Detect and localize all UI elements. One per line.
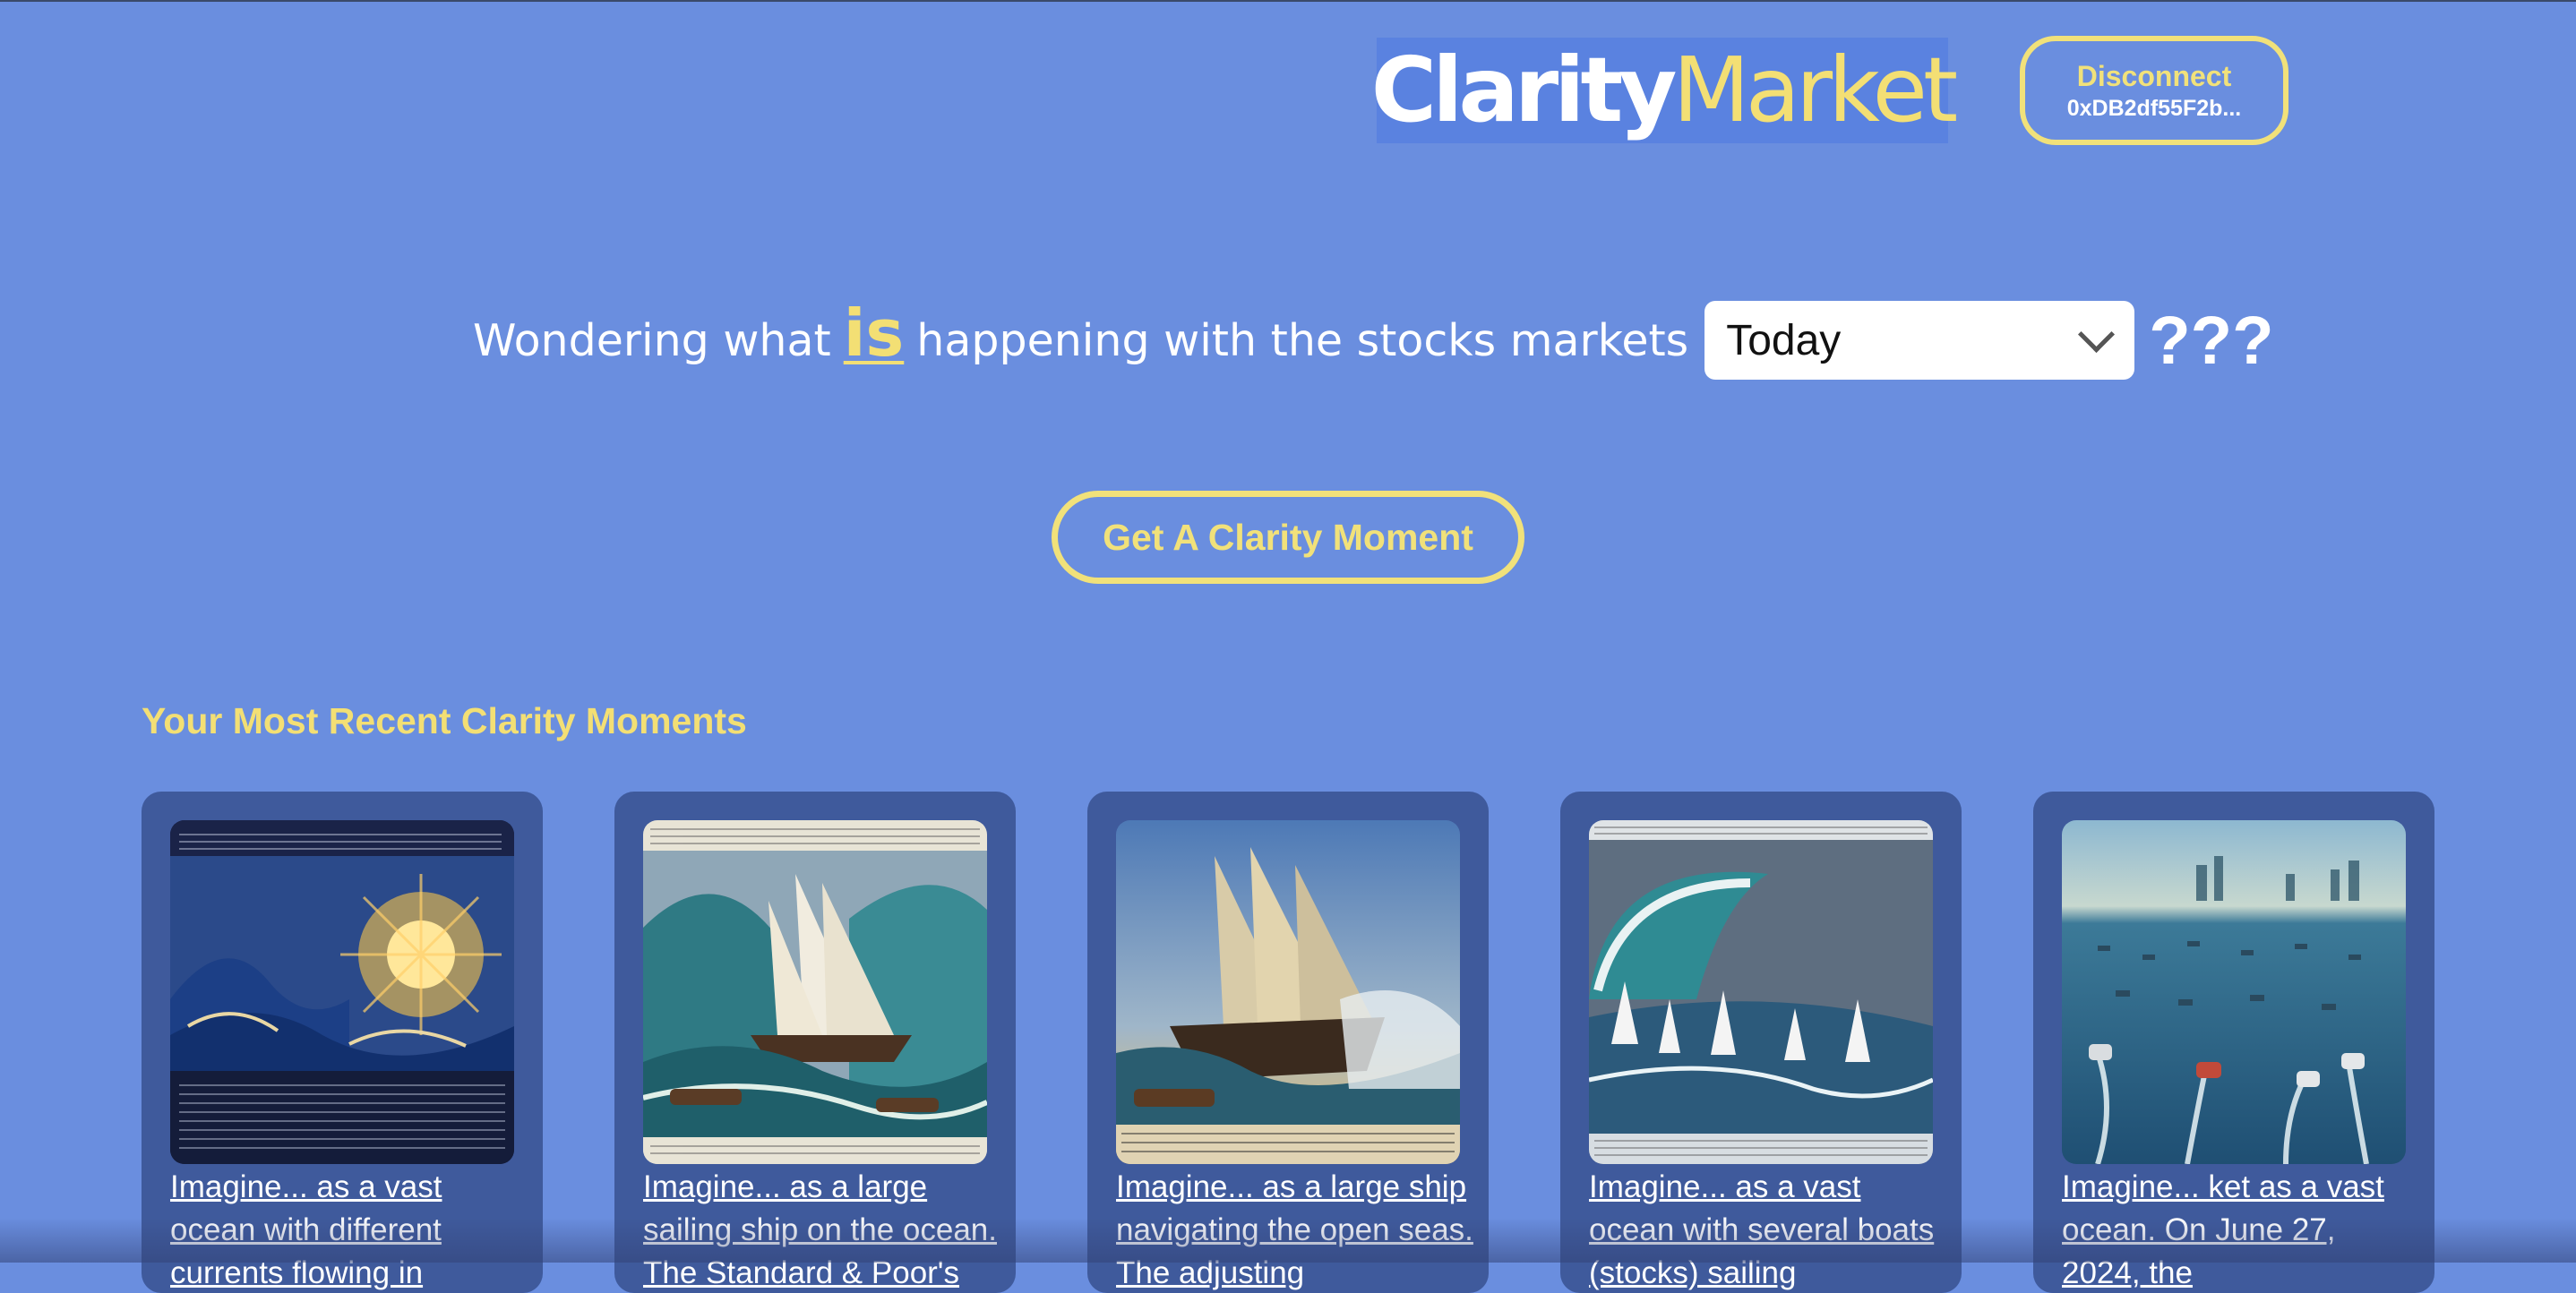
moment-image[interactable] — [170, 820, 514, 1164]
chevron-down-icon — [2078, 315, 2116, 353]
question-text-start: Wondering what — [473, 314, 831, 366]
disconnect-label: Disconnect — [2076, 60, 2232, 92]
top-border — [0, 0, 2576, 2]
logo-text-market: Market — [1672, 38, 1959, 142]
moment-image[interactable] — [1589, 820, 1933, 1164]
get-clarity-moment-button[interactable]: Get A Clarity Moment — [1052, 491, 1524, 584]
moment-image[interactable] — [643, 820, 987, 1164]
moment-image[interactable] — [2062, 820, 2406, 1164]
wallet-address: 0xDB2df55F2b... — [2066, 96, 2242, 121]
question-text-end: happening with the stocks markets — [916, 314, 1689, 366]
disconnect-button[interactable]: Disconnect 0xDB2df55F2b... — [2020, 36, 2288, 145]
question-emphasis: is — [843, 295, 905, 371]
bottom-fade — [0, 1218, 2576, 1263]
moment-image[interactable] — [1116, 820, 1460, 1164]
recent-moments-title: Your Most Recent Clarity Moments — [142, 700, 747, 741]
timeframe-select-value: Today — [1726, 316, 1842, 364]
question-marks: ??? — [2149, 302, 2274, 379]
question-row: Wondering what is happening with the sto… — [473, 295, 2274, 385]
logo-text-clarity: Clarity — [1370, 38, 1678, 142]
clarity-market-logo[interactable]: Clarity Market — [1371, 38, 1958, 143]
timeframe-select[interactable]: Today — [1704, 301, 2135, 380]
